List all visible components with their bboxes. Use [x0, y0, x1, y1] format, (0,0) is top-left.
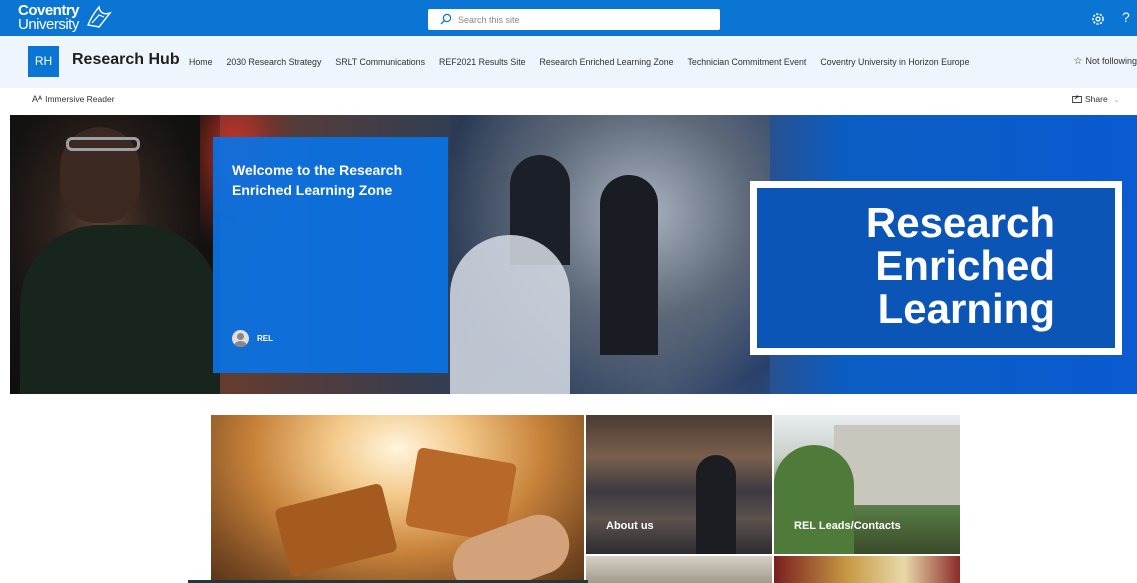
- site-header: RH Research Hub Home 2030 Research Strat…: [0, 36, 1137, 88]
- site-logo[interactable]: RH: [28, 46, 59, 77]
- site-title[interactable]: Research Hub: [72, 51, 180, 69]
- tree: [774, 445, 854, 554]
- vr-glasses: [66, 137, 140, 151]
- share-label: Share: [1085, 94, 1108, 104]
- welcome-card[interactable]: Welcome to the Research Enriched Learnin…: [213, 137, 448, 373]
- author-name: REL: [257, 334, 273, 343]
- tile-about-us-label: About us: [606, 520, 654, 532]
- immersive-reader-button[interactable]: Aᴬ Immersive Reader: [32, 94, 115, 104]
- lab-coat: [450, 235, 570, 394]
- top-navigation: Home 2030 Research Strategy SRLT Communi…: [189, 57, 983, 71]
- search-box[interactable]: [428, 9, 720, 30]
- nav-ref2021-results-site[interactable]: REF2021 Results Site: [439, 57, 526, 71]
- nav-srlt-communications[interactable]: SRLT Communications: [335, 57, 425, 71]
- banner-line2: Enriched: [875, 242, 1055, 289]
- hero-banner: Welcome to the Research Enriched Learnin…: [10, 115, 1137, 394]
- nav-home[interactable]: Home: [189, 57, 212, 71]
- immersive-reader-label: Immersive Reader: [45, 94, 115, 104]
- chevron-down-icon: ⌄: [1113, 97, 1120, 104]
- tile-about-us[interactable]: About us: [586, 415, 772, 554]
- person-body: [20, 225, 220, 394]
- nav-technician-commitment-event[interactable]: Technician Commitment Event: [688, 57, 807, 71]
- tile-bottom-right[interactable]: [774, 556, 960, 583]
- star-icon: ☆: [1073, 56, 1083, 67]
- tile-rel-leads-contacts[interactable]: REL Leads/Contacts: [774, 415, 960, 554]
- hero-image-lab: [450, 115, 770, 394]
- author-byline[interactable]: REL: [232, 330, 273, 347]
- tile-rel-leads-label: REL Leads/Contacts: [794, 520, 901, 532]
- nav-2030-research-strategy[interactable]: 2030 Research Strategy: [226, 57, 321, 71]
- follow-label: Not following: [1085, 56, 1137, 66]
- banner-line1: Research: [865, 199, 1055, 246]
- banner-line3: Learning: [877, 285, 1055, 332]
- welcome-title[interactable]: Welcome to the Research Enriched Learnin…: [232, 160, 437, 200]
- speaker-figure: [696, 455, 736, 554]
- logo-line2: University: [18, 16, 79, 33]
- puzzle-piece: [274, 482, 398, 578]
- suite-bar: Coventry University ?: [0, 0, 1137, 36]
- nav-research-enriched-learning-zone[interactable]: Research Enriched Learning Zone: [540, 57, 674, 71]
- gear-icon[interactable]: [1090, 11, 1106, 27]
- command-bar: Aᴬ Immersive Reader Share ⌄: [0, 88, 1137, 112]
- research-enriched-learning-banner: Research Enriched Learning: [750, 181, 1122, 355]
- share-icon: [1072, 95, 1082, 103]
- help-button[interactable]: ?: [1122, 9, 1130, 25]
- nav-horizon-europe[interactable]: Coventry University in Horizon Europe: [820, 57, 969, 71]
- immersive-reader-icon: Aᴬ: [32, 94, 43, 104]
- coventry-university-logo[interactable]: Coventry University: [18, 3, 128, 33]
- phoenix-icon: [87, 5, 112, 28]
- avatar: [232, 330, 249, 347]
- hero-image-person: [10, 115, 220, 394]
- lab-figure: [600, 175, 658, 355]
- search-input[interactable]: [458, 11, 708, 28]
- tile-bottom-left[interactable]: [586, 556, 772, 583]
- share-button[interactable]: Share ⌄: [1072, 94, 1120, 104]
- search-icon: [440, 13, 452, 25]
- follow-button[interactable]: ☆ Not following: [1074, 56, 1137, 67]
- tile-puzzle[interactable]: [211, 415, 584, 583]
